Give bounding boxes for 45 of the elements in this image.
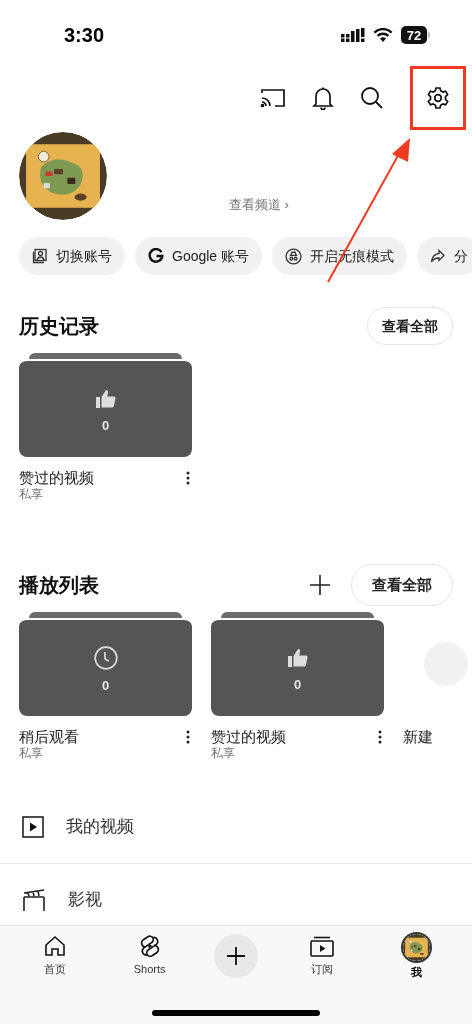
view-channel-link[interactable]: 查看频道 › xyxy=(229,194,289,214)
subscriptions-icon xyxy=(309,934,336,958)
section-title: 播放列表 xyxy=(19,573,99,598)
video-count: 0 xyxy=(101,418,110,432)
nav-tab[interactable]: 我 xyxy=(386,934,447,981)
nav-tab[interactable]: 订阅 xyxy=(292,934,353,978)
google-icon xyxy=(148,248,164,264)
more-icon[interactable] xyxy=(186,730,190,744)
playlist-title: 新建 xyxy=(403,728,433,746)
video-count: 0 xyxy=(293,677,302,691)
chip-button[interactable]: Google 账号 xyxy=(135,237,263,275)
privacy-label: 私享 xyxy=(19,746,44,761)
cast-icon[interactable] xyxy=(260,87,286,109)
privacy-label: 私享 xyxy=(211,746,236,761)
play-box-icon xyxy=(22,816,44,838)
playlist-title: 稍后观看 xyxy=(19,728,79,746)
menu-item[interactable]: 影视 xyxy=(0,863,472,919)
more-icon[interactable] xyxy=(186,471,190,485)
privacy-label: 私享 xyxy=(19,487,44,502)
settings-icon[interactable] xyxy=(426,86,450,110)
video-count: 0 xyxy=(101,678,110,692)
clock-time: 3:30 xyxy=(64,23,105,48)
add-icon[interactable] xyxy=(309,574,331,596)
home-icon xyxy=(43,934,68,958)
add-icon xyxy=(225,946,246,966)
clock-icon xyxy=(92,644,119,671)
section-title: 历史记录 xyxy=(19,314,99,339)
menu-item[interactable]: 我的视频 xyxy=(0,807,472,847)
create-button[interactable] xyxy=(213,934,258,978)
signal-icon xyxy=(341,28,365,42)
share-icon xyxy=(430,248,447,264)
nav-tab[interactable]: 首页 xyxy=(25,934,86,978)
clapperboard-icon xyxy=(22,888,46,911)
wifi-icon xyxy=(373,28,393,42)
playlist-title: 赞过的视频 xyxy=(211,728,286,746)
notifications-icon[interactable] xyxy=(312,86,334,110)
battery-icon: 72 xyxy=(401,26,430,44)
chip-button[interactable]: 切换账号 xyxy=(19,237,125,275)
account-icon xyxy=(32,248,48,264)
incognito-icon xyxy=(285,247,303,265)
search-icon[interactable] xyxy=(360,86,384,110)
chip-button[interactable]: 分 xyxy=(417,237,472,275)
nav-tab[interactable]: Shorts xyxy=(119,934,180,978)
more-icon[interactable] xyxy=(378,730,382,744)
playlist-title: 赞过的视频 xyxy=(19,469,94,487)
